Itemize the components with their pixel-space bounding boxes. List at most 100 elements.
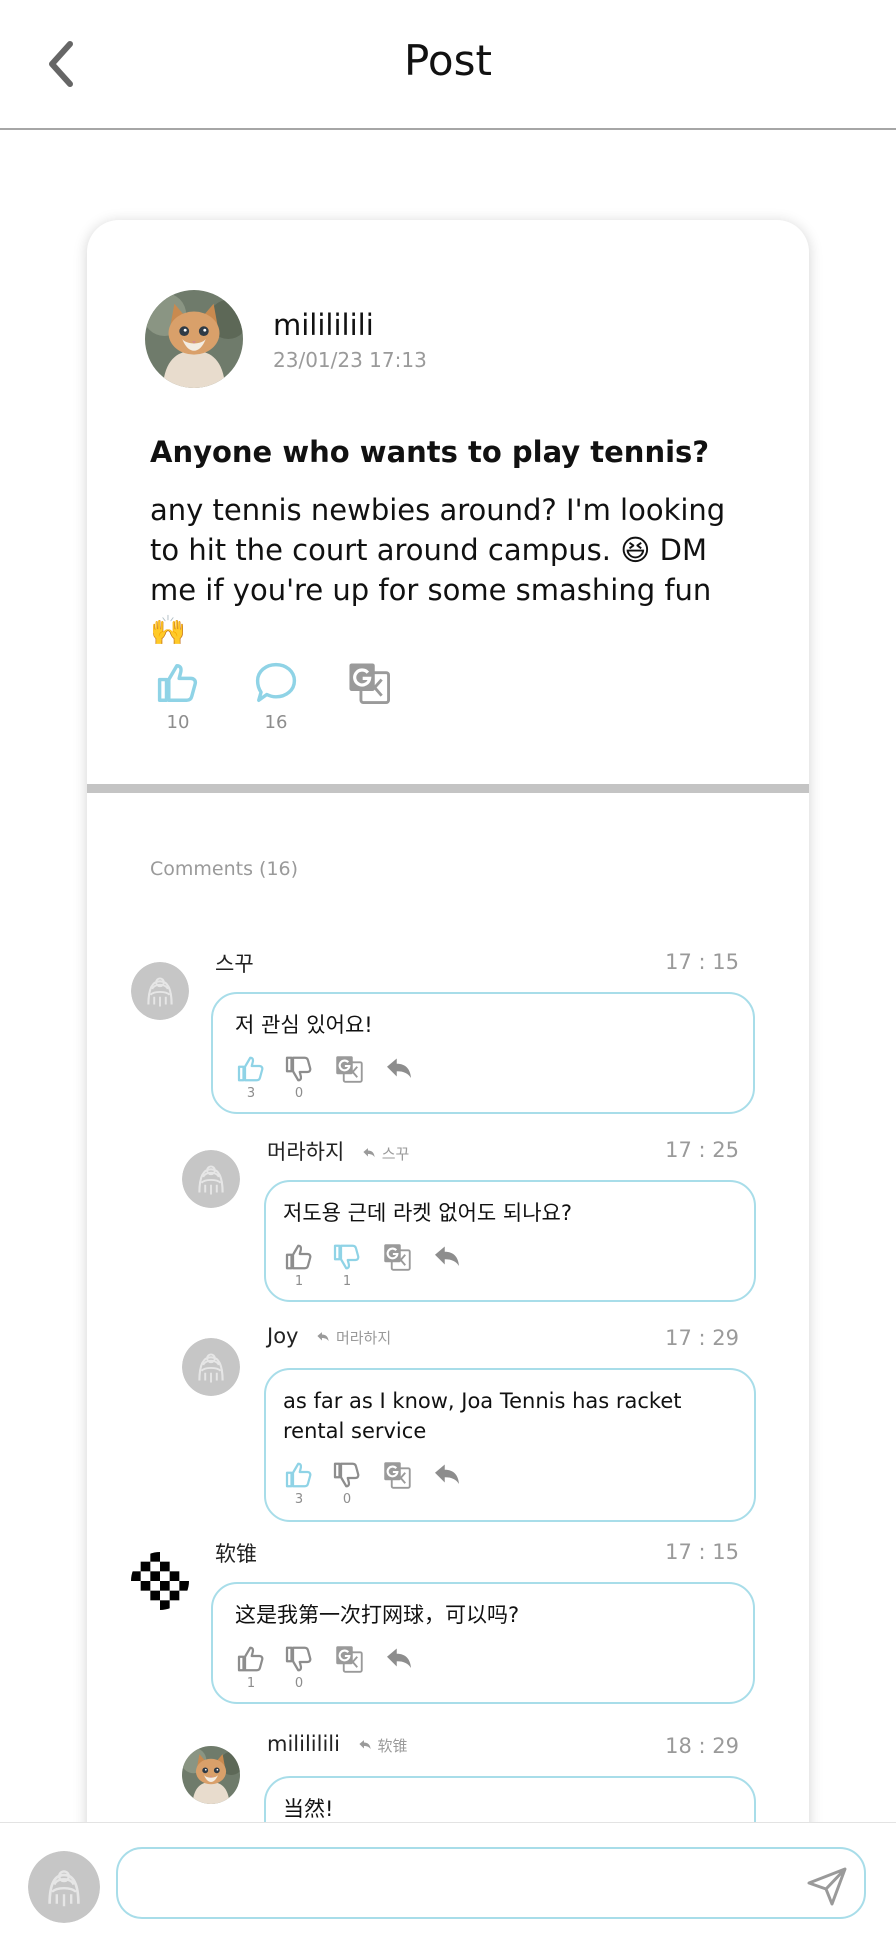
- comment-like-count: 1: [246, 1676, 256, 1691]
- comment-actions: 1 0: [233, 1644, 433, 1691]
- comment-like-count: 3: [294, 1492, 304, 1507]
- translate-icon: [334, 1054, 364, 1084]
- post-comment-button[interactable]: 16: [246, 660, 306, 733]
- default-avatar-icon: [131, 962, 189, 1020]
- comment-time: 17 : 25: [665, 1138, 739, 1162]
- default-avatar-icon: [28, 1851, 100, 1923]
- commenter-name[interactable]: 软锥: [215, 1538, 257, 1568]
- commenter-avatar[interactable]: [131, 1552, 189, 1610]
- comment-like-button[interactable]: 1: [233, 1644, 269, 1691]
- commenter-name[interactable]: 스꾸: [215, 948, 254, 978]
- reply-icon: [315, 1330, 331, 1344]
- comment-bubble: as far as I know, Joa Tennis has racket …: [264, 1368, 756, 1522]
- comment-text: 저도용 근데 라켓 없어도 되나요?: [283, 1201, 573, 1225]
- commenter-name[interactable]: 머라하지 스꾸: [267, 1136, 409, 1166]
- checker-avatar-icon: [131, 1552, 189, 1610]
- commenter-name-text: milililili: [267, 1732, 340, 1756]
- page-title: Post: [404, 36, 492, 85]
- comment-count: 16: [264, 712, 288, 733]
- comment-dislike-button[interactable]: 0: [281, 1054, 317, 1101]
- comments-label: Comments (16): [150, 858, 299, 880]
- reply-to-name: 스꾸: [381, 1145, 410, 1163]
- comment-like-button[interactable]: 3: [233, 1054, 269, 1101]
- comment-text: as far as I know, Joa Tennis has racket …: [283, 1389, 682, 1443]
- comment-dislike-count: 1: [342, 1274, 352, 1289]
- post-body: any tennis newbies around? I'm looking t…: [150, 493, 726, 647]
- comment-bubble: 저 관심 있어요! 3 0: [211, 992, 755, 1114]
- post-screen: Post milililili 23/01/23 17:13 Anyone wh…: [0, 0, 896, 1942]
- commenter-name-text: Joy: [267, 1324, 299, 1348]
- comment-time: 17 : 15: [665, 1540, 739, 1564]
- comment-text: 当然!: [283, 1797, 334, 1821]
- app-header: Post: [0, 0, 896, 130]
- my-avatar: [28, 1851, 100, 1923]
- comment-actions: 3 0: [281, 1460, 481, 1507]
- commenter-avatar[interactable]: [131, 962, 189, 1020]
- comment-dislike-count: 0: [342, 1492, 352, 1507]
- commenter-name[interactable]: milililili 软锥: [267, 1732, 407, 1756]
- comment-dislike-count: 0: [294, 1676, 304, 1691]
- comment-like-count: 1: [294, 1274, 304, 1289]
- reply-icon: [384, 1054, 414, 1084]
- send-button[interactable]: [806, 1865, 848, 1907]
- commenter-name-text: 머라하지: [267, 1140, 345, 1164]
- author-avatar[interactable]: [145, 290, 243, 388]
- comment-item: Joy 머라하지 17 : 29 as far as I know, Joa T…: [87, 1316, 809, 1522]
- comment-input[interactable]: [116, 1847, 866, 1919]
- comment-dislike-button[interactable]: 0: [281, 1644, 317, 1691]
- thumbs-down-icon: [332, 1242, 362, 1272]
- thumbs-up-icon: [155, 660, 201, 706]
- post-like-button[interactable]: 10: [148, 660, 208, 733]
- thumbs-up-icon: [284, 1242, 314, 1272]
- comment-text: 저 관심 있어요!: [235, 1013, 373, 1037]
- send-icon: [807, 1867, 847, 1906]
- post-title: Anyone who wants to play tennis?: [150, 435, 710, 469]
- comment-dislike-button[interactable]: 1: [329, 1242, 365, 1289]
- default-avatar-icon: [182, 1150, 240, 1208]
- reply-icon: [357, 1738, 373, 1752]
- thumbs-down-icon: [284, 1054, 314, 1084]
- comment-dislike-count: 0: [294, 1086, 304, 1101]
- comment-translate-button[interactable]: [331, 1644, 367, 1678]
- post-date: 23/01/23 17:13: [273, 348, 427, 372]
- comment-like-button[interactable]: 1: [281, 1242, 317, 1289]
- section-divider: [87, 784, 809, 793]
- reply-to-tag: 软锥: [357, 1737, 407, 1755]
- comment-reply-button[interactable]: [381, 1054, 417, 1088]
- default-avatar-icon: [182, 1338, 240, 1396]
- thumbs-up-icon: [236, 1644, 266, 1674]
- comment-dislike-button[interactable]: 0: [329, 1460, 365, 1507]
- comment-translate-button[interactable]: [379, 1242, 415, 1276]
- commenter-name[interactable]: Joy 머라하지: [267, 1324, 391, 1348]
- commenter-avatar[interactable]: [182, 1746, 240, 1804]
- kitten-avatar-icon: [145, 290, 243, 388]
- comment-composer: [0, 1822, 896, 1942]
- comment-translate-button[interactable]: [379, 1460, 415, 1494]
- comment-bubble: 저도용 근데 라켓 없어도 되나요? 1 1: [264, 1180, 756, 1302]
- post-author[interactable]: milililili: [273, 308, 374, 342]
- translate-icon: [382, 1460, 412, 1490]
- reply-icon: [384, 1644, 414, 1674]
- comment-reply-button[interactable]: [381, 1644, 417, 1678]
- post-actions: 10 16: [150, 660, 450, 740]
- comment-reply-button[interactable]: [429, 1242, 465, 1276]
- post-card: milililili 23/01/23 17:13 Anyone who wan…: [87, 220, 809, 1942]
- like-count: 10: [166, 712, 190, 733]
- comment-reply-button[interactable]: [429, 1460, 465, 1494]
- comment-item: 머라하지 스꾸 17 : 25 저도용 근데 라켓 없어도 되나요? 1 1: [87, 1128, 809, 1302]
- comment-bubble: 这是我第一次打网球，可以吗? 1 0: [211, 1582, 755, 1704]
- commenter-avatar[interactable]: [182, 1150, 240, 1208]
- commenter-avatar[interactable]: [182, 1338, 240, 1396]
- post-translate-button[interactable]: [339, 660, 399, 710]
- comment-time: 17 : 29: [665, 1326, 739, 1350]
- comment-translate-button[interactable]: [331, 1054, 367, 1088]
- translate-icon: [346, 660, 392, 706]
- kitten-avatar-icon: [182, 1746, 240, 1804]
- comment-actions: 1 1: [281, 1242, 481, 1289]
- reply-icon: [432, 1242, 462, 1272]
- comment-time: 18 : 29: [665, 1734, 739, 1758]
- thumbs-up-icon: [236, 1054, 266, 1084]
- comment-like-button[interactable]: 3: [281, 1460, 317, 1507]
- comment-text: 这是我第一次打网球，可以吗?: [235, 1603, 520, 1627]
- thumbs-up-icon: [284, 1460, 314, 1490]
